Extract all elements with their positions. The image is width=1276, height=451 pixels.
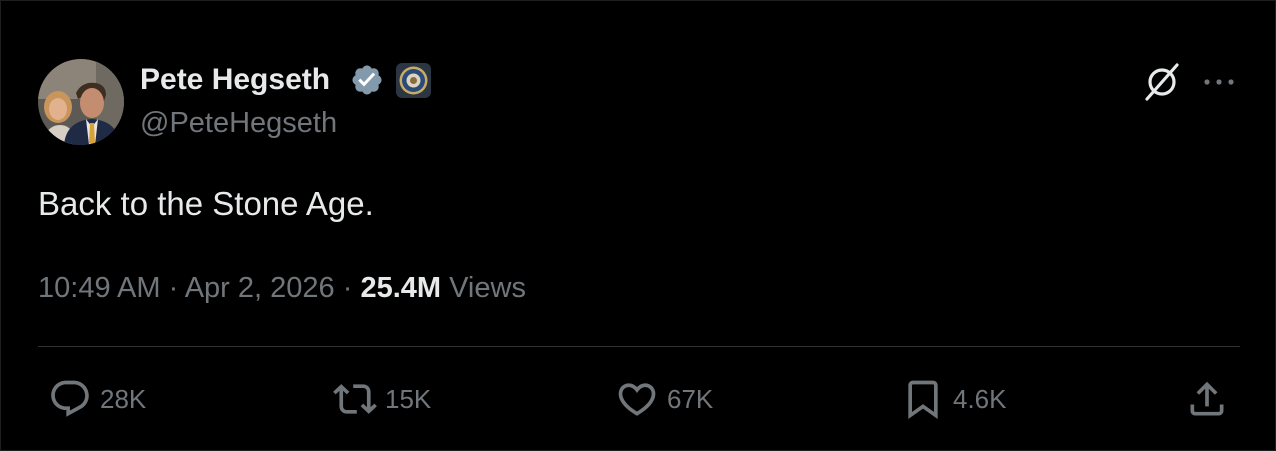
- meta-separator: ·: [334, 272, 361, 304]
- meta-separator: ·: [160, 272, 185, 304]
- author-handle[interactable]: @PeteHegseth: [140, 107, 337, 140]
- affiliation-seal-icon[interactable]: [396, 63, 431, 98]
- tweet-time[interactable]: 10:49 AM: [38, 272, 161, 304]
- divider: [38, 346, 1240, 347]
- like-icon: [618, 383, 656, 416]
- views-label: Views: [449, 272, 526, 304]
- share-icon: [1190, 381, 1224, 416]
- repost-count: 15K: [385, 383, 432, 414]
- author-name[interactable]: Pete Hegseth: [140, 63, 330, 97]
- share-button[interactable]: [1185, 375, 1229, 423]
- more-icon[interactable]: [1201, 67, 1237, 97]
- tweet-meta: 10:49 AM · Apr 2, 2026 · 25.4M Views: [38, 272, 526, 305]
- reply-count: 28K: [100, 383, 147, 414]
- tweet-card: Pete Hegseth @PeteHegseth Back to the St…: [0, 0, 1276, 451]
- verified-badge-icon[interactable]: [350, 63, 384, 97]
- reply-button[interactable]: 28K: [48, 375, 146, 423]
- reply-icon: [51, 380, 89, 417]
- repost-icon: [333, 384, 377, 414]
- like-button[interactable]: 67K: [615, 375, 713, 423]
- tweet-date[interactable]: Apr 2, 2026: [185, 272, 335, 304]
- tweet-text: Back to the Stone Age.: [38, 185, 374, 222]
- repost-button[interactable]: 15K: [333, 375, 431, 423]
- bookmark-icon: [908, 380, 938, 420]
- grok-icon[interactable]: [1141, 61, 1183, 103]
- like-count: 67K: [667, 383, 714, 414]
- views-count: 25.4M: [360, 272, 442, 304]
- bookmark-button[interactable]: 4.6K: [901, 375, 1007, 423]
- bookmark-count: 4.6K: [953, 383, 1007, 414]
- avatar[interactable]: [38, 59, 124, 145]
